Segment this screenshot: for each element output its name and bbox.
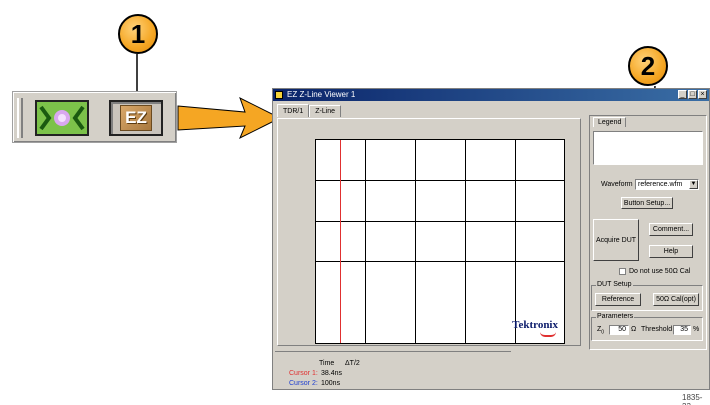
tab-zline[interactable]: Z-Line (309, 105, 342, 117)
minimize-button[interactable]: _ (678, 90, 687, 99)
tab-tdr1[interactable]: TDR/1 (277, 104, 310, 117)
waveform-select[interactable]: reference.wfm ▼ (635, 179, 699, 190)
grid-hline (316, 261, 564, 262)
cursor-2-time: 100ns (321, 380, 341, 387)
figure-number: 1835-23 (682, 393, 703, 405)
grid-vline (465, 140, 466, 343)
app-icon (275, 91, 283, 99)
grid-vline (415, 140, 416, 343)
cursor-readout: Time ΔT/2 Cursor 1: 38.4ns Cursor 2: 100… (275, 351, 511, 389)
z0-subscript: 0 (601, 329, 605, 336)
tektronix-logo-swoosh (540, 332, 556, 337)
z0-label: Z0 (597, 326, 605, 336)
threshold-input[interactable]: 35 (673, 325, 691, 335)
comment-button[interactable]: Comment... (649, 223, 693, 236)
window-title: EZ Z-Line Viewer 1 (287, 90, 356, 99)
application-toolbar: EZ (12, 91, 177, 143)
waveform-graticule[interactable]: Tektronix (315, 139, 565, 344)
cursor-1-label: Cursor 1: (289, 370, 318, 377)
tab-legend[interactable]: Legend (593, 117, 627, 127)
z0-input[interactable]: 50 (609, 325, 629, 335)
waveform-label: Waveform (601, 181, 633, 188)
close-button[interactable]: × (698, 90, 707, 99)
xcx-toolbar-button[interactable] (35, 100, 89, 136)
callout-2-badge: 2 (628, 46, 668, 86)
ez-zline-toolbar-button[interactable]: EZ (109, 100, 163, 136)
grid-hline (316, 180, 564, 181)
do-not-use-cal-label: Do not use 50Ω Cal (629, 268, 691, 275)
grid-vline (515, 140, 516, 343)
window-titlebar[interactable]: EZ Z-Line Viewer 1 _ □ × (273, 89, 709, 101)
cal-opt-button[interactable]: 50Ω Cal(opt) (653, 293, 699, 306)
time-header: Time (319, 360, 335, 367)
ez-icon: EZ (120, 105, 152, 131)
threshold-label: Threshold (641, 326, 673, 333)
acquire-dut-button[interactable]: Acquire DUT (593, 219, 639, 261)
do-not-use-cal-checkbox[interactable] (619, 268, 626, 275)
reference-button[interactable]: Reference (595, 293, 641, 306)
legend-box (593, 131, 703, 165)
parameters-title: Parameters (596, 313, 635, 320)
z0-unit: Ω (631, 326, 637, 333)
delta-header: ΔT/2 (345, 360, 360, 367)
tektronix-logo: Tektronix (512, 319, 558, 331)
xcx-icon (39, 105, 85, 131)
cursor-1-line[interactable] (340, 140, 341, 343)
grid-hline (316, 221, 564, 222)
threshold-unit: % (693, 326, 700, 333)
waveform-select-value: reference.wfm (638, 181, 683, 188)
chevron-down-icon[interactable]: ▼ (689, 180, 698, 189)
callout-1-badge: 1 (118, 14, 158, 54)
cursor-1-time: 38.4ns (321, 370, 343, 377)
big-pointer-arrow (177, 96, 282, 140)
grid-vline (365, 140, 366, 343)
help-button[interactable]: Help (649, 245, 693, 258)
ez-zline-viewer-window: EZ Z-Line Viewer 1 _ □ × TDR/1 Z-Line Te… (272, 88, 710, 390)
maximize-button[interactable]: □ (688, 90, 697, 99)
button-setup-button[interactable]: Button Setup... (621, 197, 673, 209)
cursor-2-label: Cursor 2: (289, 380, 318, 387)
view-tabs: TDR/1 Z-Line (277, 104, 342, 117)
dut-setup-title: DUT Setup (596, 281, 633, 288)
toolbar-grip[interactable] (17, 98, 23, 138)
